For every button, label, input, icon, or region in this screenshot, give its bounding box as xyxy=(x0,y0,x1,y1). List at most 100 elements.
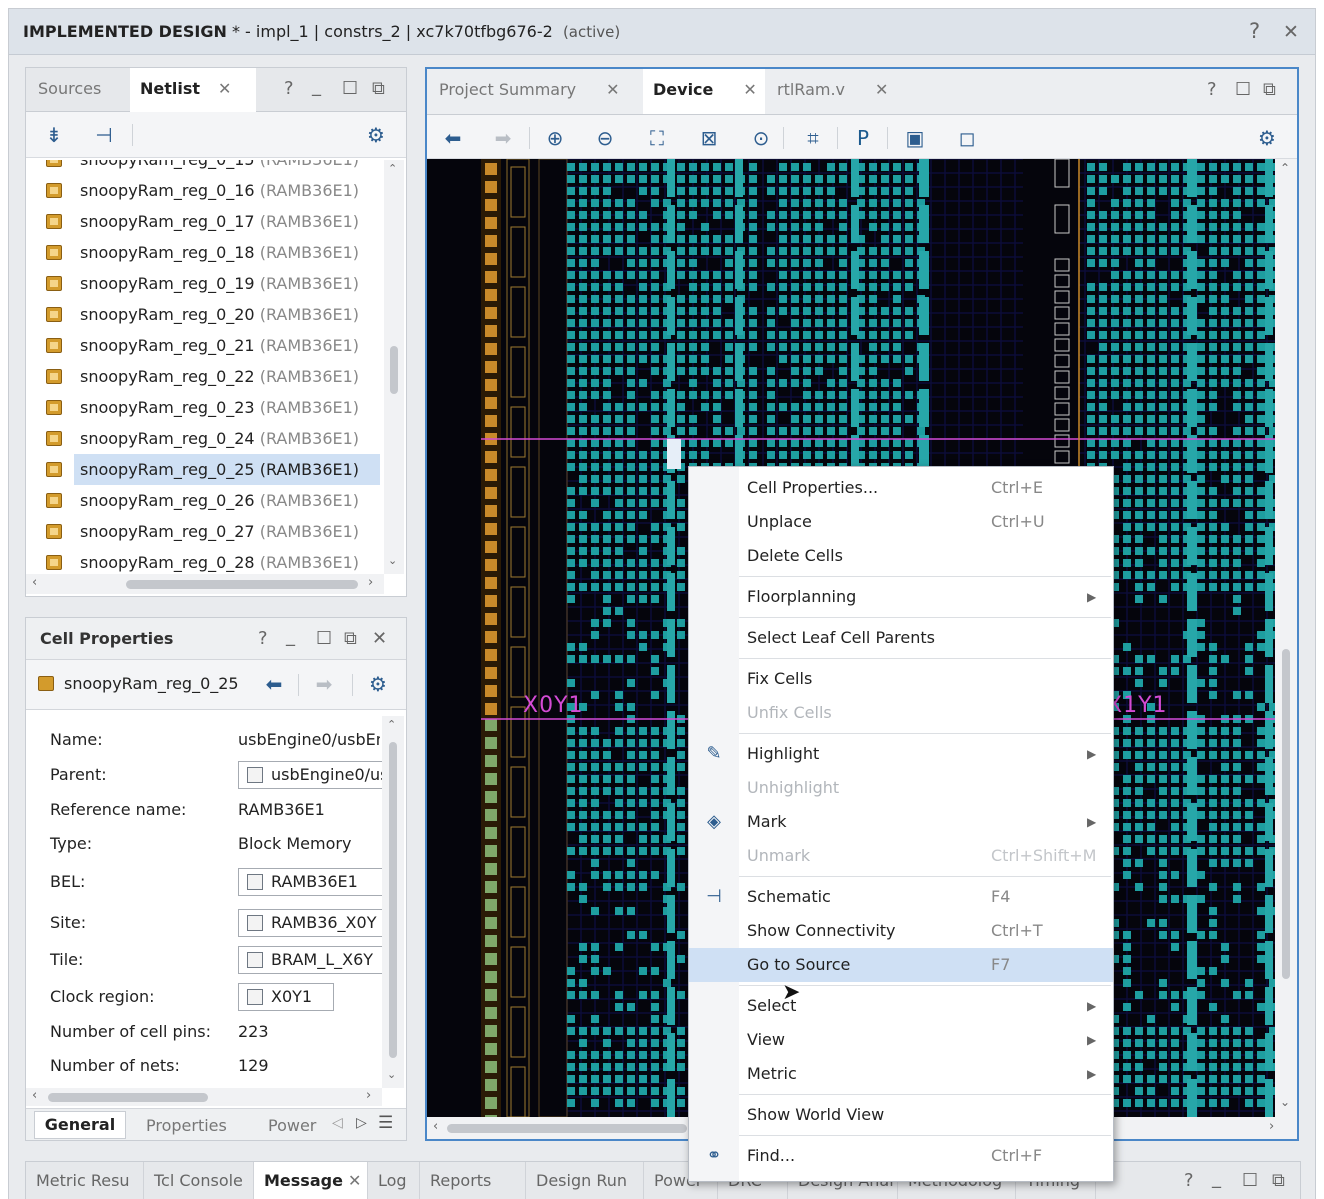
tab-power[interactable]: Power xyxy=(268,1116,316,1135)
menu-item-metric[interactable]: Metric ▶ xyxy=(689,1057,1113,1091)
forward-icon[interactable]: ➡ xyxy=(489,124,517,152)
panel-maximize-button[interactable]: ☐ xyxy=(342,78,358,99)
tab-close-icon[interactable]: ✕ xyxy=(606,80,619,99)
menu-item-schematic[interactable]: ⊣ Schematic F4 xyxy=(689,880,1113,914)
hscroll-thumb[interactable] xyxy=(126,580,358,589)
bottom-tab[interactable]: Tcl Console xyxy=(144,1162,254,1199)
bottom-tab[interactable]: Metric Resu xyxy=(26,1162,144,1199)
netlist-hscrollbar[interactable]: ‹ › xyxy=(26,574,384,594)
scroll-left-icon[interactable]: ‹ xyxy=(433,1119,438,1134)
menu-item-unplace[interactable]: Unplace Ctrl+U xyxy=(689,505,1113,539)
back-icon[interactable]: ⬅ xyxy=(260,670,288,698)
menu-item-mark[interactable]: ◈ Mark ▶ xyxy=(689,805,1113,839)
scroll-right-icon[interactable]: › xyxy=(368,575,373,590)
menu-item-view[interactable]: View ▶ xyxy=(689,1023,1113,1057)
tab-close-icon[interactable]: ✕ xyxy=(743,80,756,99)
netlist-row[interactable]: snoopyRam_reg_0_15 (RAMB36E1) xyxy=(26,160,386,175)
fix-cells-icon[interactable]: ◻ xyxy=(953,124,981,152)
scroll-left-icon[interactable]: ‹ xyxy=(32,575,37,590)
hscroll-thumb[interactable] xyxy=(447,1124,687,1133)
scroll-right-icon[interactable]: › xyxy=(366,1088,371,1103)
scroll-up-icon[interactable]: ⌃ xyxy=(1280,161,1290,175)
menu-item-floorplanning[interactable]: Floorplanning ▶ xyxy=(689,580,1113,614)
scroll-down-icon[interactable]: ⌄ xyxy=(388,554,397,567)
props-hscrollbar[interactable]: ‹ › xyxy=(26,1088,382,1106)
property-link-field[interactable]: usbEngine0/usbEngineSRAM_0 xyxy=(238,761,382,789)
panel-close-button[interactable]: ✕ xyxy=(372,628,387,649)
menu-item-select-leaf-cell-parents[interactable]: Select Leaf Cell Parents xyxy=(689,621,1113,655)
tab-rtlram[interactable]: rtlRam.v ✕ xyxy=(767,69,903,113)
tab-close-icon[interactable]: ✕ xyxy=(218,79,231,98)
bottom-tab[interactable]: Design Run xyxy=(526,1162,644,1199)
panel-minimize-button[interactable]: _ xyxy=(286,626,295,647)
scroll-up-icon[interactable]: ⌃ xyxy=(388,162,397,175)
zoom-fit-icon[interactable]: ⛶ xyxy=(643,124,671,152)
panel-minimize-button[interactable]: _ xyxy=(312,76,321,97)
panel-help-button[interactable]: ? xyxy=(258,628,268,649)
panel-minimize-button[interactable]: _ xyxy=(1212,1168,1221,1189)
menu-item-go-to-source[interactable]: Go to Source F7 xyxy=(689,948,1113,982)
add-pblock-icon[interactable]: P xyxy=(849,124,877,152)
scroll-thumb[interactable] xyxy=(1282,649,1290,979)
scroll-up-icon[interactable]: ⌃ xyxy=(387,718,396,731)
hscroll-thumb[interactable] xyxy=(48,1093,208,1102)
tabs-menu-icon[interactable]: ☰ xyxy=(378,1113,393,1133)
netlist-row[interactable]: snoopyRam_reg_0_20 (RAMB36E1) xyxy=(26,299,386,330)
schematic-icon[interactable]: ⊣ xyxy=(90,121,118,149)
tabs-right-icon[interactable]: ▷ xyxy=(356,1115,367,1131)
scroll-left-icon[interactable]: ‹ xyxy=(32,1088,37,1103)
device-vscrollbar[interactable]: ⌃ ⌄ xyxy=(1275,159,1297,1117)
property-link-field[interactable]: RAMB36E1 xyxy=(238,868,382,896)
panel-help-button[interactable]: ? xyxy=(1184,1170,1194,1191)
autofit-selection-icon[interactable]: ⊙ xyxy=(747,124,775,152)
help-button[interactable]: ? xyxy=(1249,19,1260,43)
property-link-field[interactable]: X0Y1 xyxy=(238,983,334,1011)
netlist-row[interactable]: snoopyRam_reg_0_21 (RAMB36E1) xyxy=(26,330,386,361)
menu-item-find[interactable]: ⚭ Find... Ctrl+F xyxy=(689,1139,1113,1173)
tab-properties[interactable]: Properties xyxy=(146,1116,227,1135)
netlist-row[interactable]: snoopyRam_reg_0_24 (RAMB36E1) xyxy=(26,423,386,454)
props-vscrollbar[interactable]: ⌃ ⌄ xyxy=(382,716,404,1088)
settings-icon[interactable]: ⚙ xyxy=(1253,124,1281,152)
netlist-row[interactable]: snoopyRam_reg_0_17 (RAMB36E1) xyxy=(26,206,386,237)
gear-icon[interactable]: ⚙ xyxy=(362,121,390,149)
menu-item-highlight[interactable]: ✎ Highlight ▶ xyxy=(689,737,1113,771)
tab-project-summary[interactable]: Project Summary ✕ xyxy=(429,69,641,113)
tab-sources[interactable]: Sources xyxy=(28,68,128,112)
routing-resources-icon[interactable]: ⌗ xyxy=(799,124,827,152)
zoom-in-icon[interactable]: ⊕ xyxy=(541,124,569,152)
netlist-vscrollbar[interactable]: ⌃ ⌄ xyxy=(384,160,404,574)
netlist-row[interactable]: snoopyRam_reg_0_16 (RAMB36E1) xyxy=(26,175,386,206)
netlist-row[interactable]: snoopyRam_reg_0_28 (RAMB36E1) xyxy=(26,547,386,572)
panel-help-button[interactable]: ? xyxy=(284,78,294,99)
panel-float-button[interactable]: ⧉ xyxy=(1272,1170,1285,1191)
netlist-row[interactable]: snoopyRam_reg_0_25 (RAMB36E1) xyxy=(46,454,380,485)
netlist-row[interactable]: snoopyRam_reg_0_23 (RAMB36E1) xyxy=(26,392,386,423)
gear-icon[interactable]: ⚙ xyxy=(364,670,392,698)
scroll-down-icon[interactable]: ⌄ xyxy=(1280,1095,1290,1109)
scroll-right-icon[interactable]: › xyxy=(1269,1119,1274,1134)
menu-item-show-world-view[interactable]: Show World View xyxy=(689,1098,1113,1132)
zoom-selection-icon[interactable]: ⊠ xyxy=(695,124,723,152)
netlist-row[interactable]: snoopyRam_reg_0_22 (RAMB36E1) xyxy=(26,361,386,392)
panel-maximize-button[interactable]: ☐ xyxy=(316,628,332,649)
menu-item-cell-properties[interactable]: Cell Properties... Ctrl+E xyxy=(689,471,1113,505)
panel-help-button[interactable]: ? xyxy=(1207,79,1217,100)
panel-float-button[interactable]: ⧉ xyxy=(1263,79,1276,100)
netlist-row[interactable]: snoopyRam_reg_0_19 (RAMB36E1) xyxy=(26,268,386,299)
scroll-down-icon[interactable]: ⌄ xyxy=(387,1068,396,1081)
panel-maximize-button[interactable]: ☐ xyxy=(1235,79,1251,100)
close-button[interactable]: ✕ xyxy=(1283,21,1299,43)
collapse-all-icon[interactable]: ⇟ xyxy=(40,121,68,149)
netlist-row[interactable]: snoopyRam_reg_0_27 (RAMB36E1) xyxy=(26,516,386,547)
back-icon[interactable]: ⬅ xyxy=(439,124,467,152)
tab-close-icon[interactable]: ✕ xyxy=(343,1171,361,1190)
tab-netlist[interactable]: Netlist ✕ xyxy=(130,68,256,113)
scroll-thumb[interactable] xyxy=(389,742,397,1058)
menu-item-delete-cells[interactable]: Delete Cells xyxy=(689,539,1113,573)
netlist-row[interactable]: snoopyRam_reg_0_26 (RAMB36E1) xyxy=(26,485,386,516)
bottom-tab[interactable]: Log xyxy=(368,1162,420,1199)
menu-item-select[interactable]: Select ▶ xyxy=(689,989,1113,1023)
tab-device[interactable]: Device ✕ xyxy=(643,69,765,114)
zoom-out-icon[interactable]: ⊖ xyxy=(591,124,619,152)
